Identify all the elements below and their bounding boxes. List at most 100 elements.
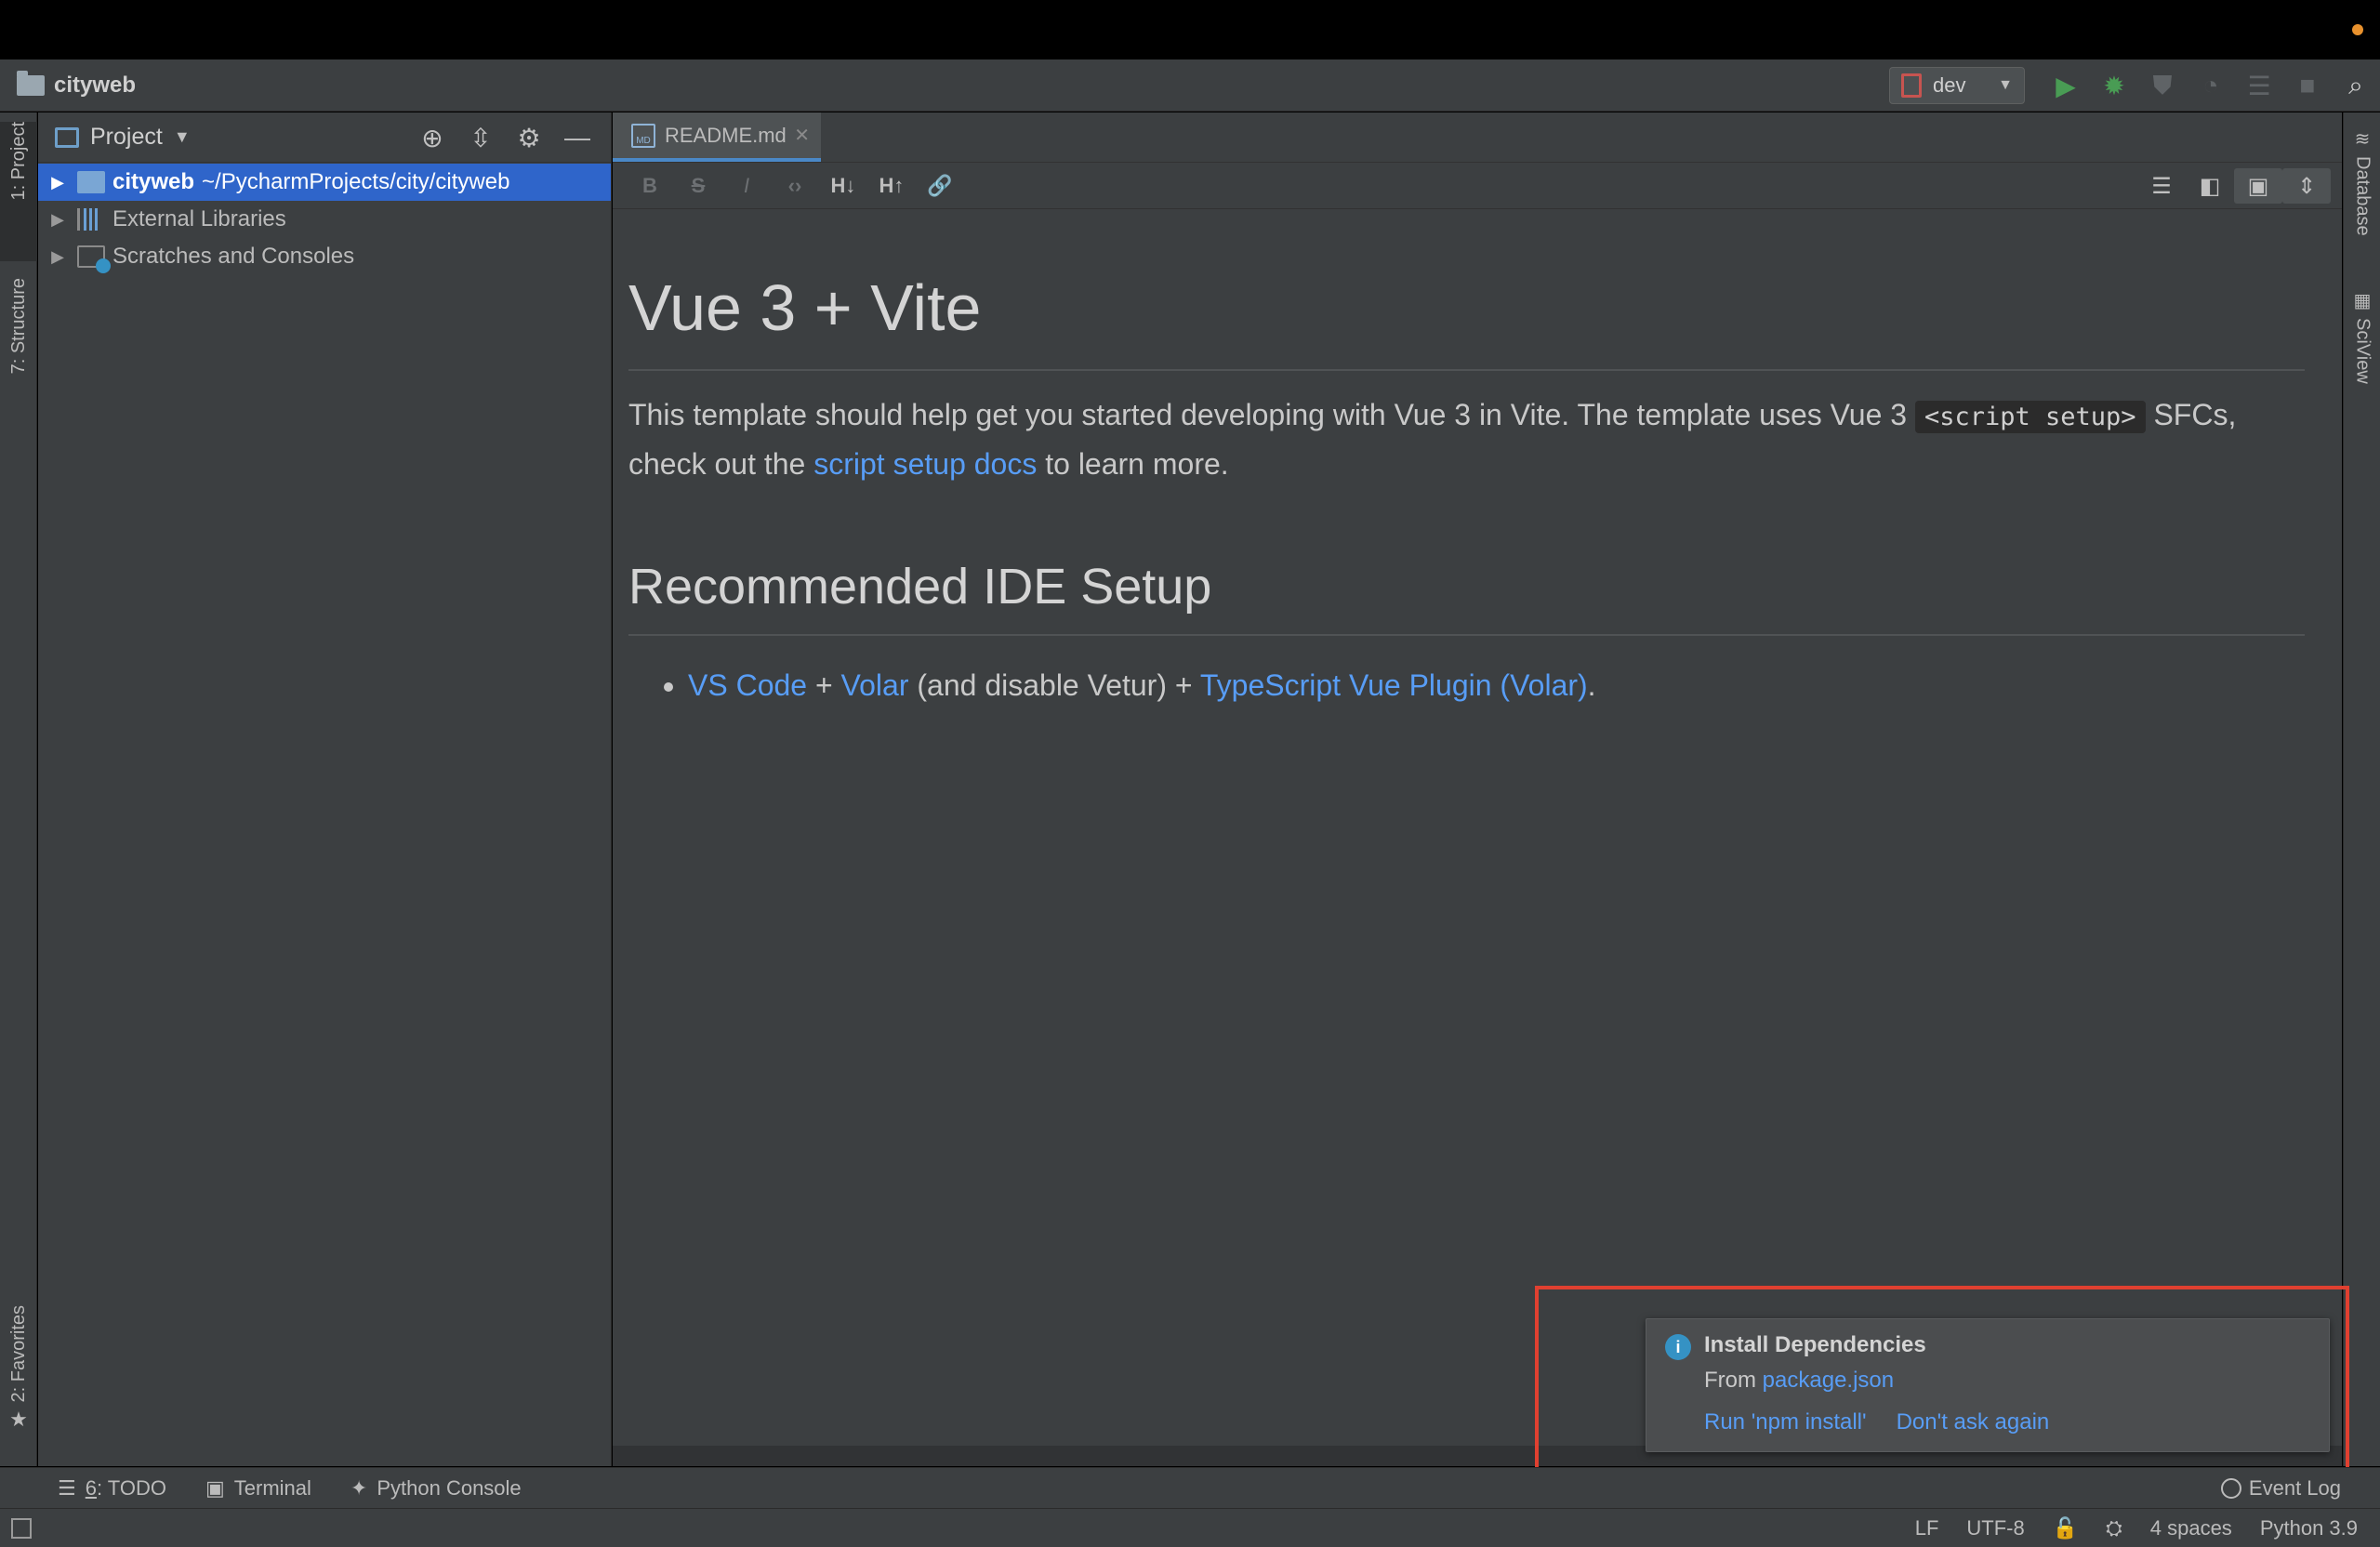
vscode-link[interactable]: VS Code bbox=[688, 668, 807, 702]
code-icon[interactable]: ‹› bbox=[771, 174, 819, 198]
preview-only-icon[interactable]: ▣ bbox=[2234, 168, 2282, 204]
tab-database-label: Database bbox=[2352, 156, 2373, 236]
project-panel-tools: ⊕ ⇳ ⚙ — bbox=[408, 112, 602, 163]
bold-icon[interactable]: B bbox=[626, 174, 674, 198]
folder-icon bbox=[17, 70, 45, 96]
list-text: + bbox=[807, 668, 841, 702]
list-text: . bbox=[1587, 668, 1596, 702]
tab-project-label: 1: Project bbox=[7, 122, 29, 201]
inline-code: <script setup> bbox=[1914, 401, 2146, 433]
tab-favorites[interactable]: 2: Favorites ★ bbox=[0, 1305, 37, 1454]
chevron-down-icon: ▼ bbox=[1998, 77, 2013, 93]
project-view-icon bbox=[55, 126, 79, 148]
collapse-all-icon[interactable]: ⇳ bbox=[456, 123, 505, 153]
expand-arrow-icon[interactable]: ▶ bbox=[44, 173, 72, 192]
python-console-label: Python Console bbox=[377, 1475, 522, 1500]
list-text: (and disable Vetur) + bbox=[908, 668, 1200, 702]
toggle-tool-windows-icon[interactable] bbox=[11, 1518, 32, 1539]
terminal-icon: ▣ bbox=[205, 1475, 225, 1500]
header-decrease-icon[interactable]: H↓ bbox=[819, 174, 867, 198]
notification-dot bbox=[2352, 24, 2363, 35]
interpreter-widget[interactable]: Python 3.9 bbox=[2260, 1516, 2358, 1540]
run-icon[interactable]: ▶ bbox=[2042, 60, 2090, 112]
markdown-toolbar: B S I ‹› H↓ H↑ 🔗 ☰ ◧ ▣ ⇕ bbox=[613, 163, 2342, 209]
typescript-vue-plugin-link[interactable]: TypeScript Vue Plugin (Volar) bbox=[1200, 668, 1588, 702]
event-log-button[interactable]: Event Log bbox=[2220, 1468, 2341, 1509]
event-log-label: Event Log bbox=[2248, 1476, 2341, 1500]
indent-widget[interactable]: 4 spaces bbox=[2150, 1516, 2232, 1540]
paragraph-text: This template should help get you starte… bbox=[628, 398, 1915, 431]
title-bar bbox=[0, 0, 2380, 60]
run-config-dropdown[interactable]: dev ▼ bbox=[1889, 67, 2025, 104]
script-setup-docs-link[interactable]: script setup docs bbox=[813, 447, 1037, 481]
markdown-file-icon: MD bbox=[631, 123, 655, 148]
tab-sciview[interactable]: ▦ SciView bbox=[2344, 289, 2380, 419]
search-icon[interactable]: ⌕ bbox=[2332, 60, 2380, 112]
tab-structure[interactable]: 7: Structure bbox=[0, 278, 37, 427]
python-console-tool-button[interactable]: ✦ Python Console bbox=[350, 1476, 522, 1501]
markdown-preview: Vue 3 + Vite This template should help g… bbox=[613, 209, 2342, 1446]
tab-favorites-label: 2: Favorites bbox=[7, 1305, 29, 1403]
tab-database[interactable]: ≋ Database bbox=[2344, 127, 2380, 276]
view-mode-buttons: ☰ ◧ ▣ ⇕ bbox=[2137, 168, 2331, 204]
expand-arrow-icon[interactable]: ▶ bbox=[44, 247, 72, 267]
encoding-widget[interactable]: UTF-8 bbox=[1966, 1516, 2024, 1540]
project-view-selector[interactable]: Project bbox=[90, 124, 163, 151]
debug-icon[interactable]: ✹ bbox=[2090, 60, 2138, 112]
preview-paragraph: This template should help get you starte… bbox=[628, 391, 2305, 487]
folder-icon bbox=[77, 171, 105, 193]
minimize-icon[interactable]: — bbox=[553, 123, 602, 152]
tab-sciview-label: SciView bbox=[2352, 318, 2373, 384]
coverage-icon[interactable]: ⛊ bbox=[2138, 60, 2187, 112]
paragraph-text: to learn more. bbox=[1037, 447, 1229, 481]
preview-list: VS Code + Volar (and disable Vetur) + Ty… bbox=[688, 662, 2305, 708]
italic-icon[interactable]: I bbox=[722, 174, 771, 198]
breadcrumb[interactable]: cityweb bbox=[17, 70, 136, 99]
inspector-icon[interactable]: ⛭ bbox=[2106, 1516, 2122, 1540]
tree-item-name: External Libraries bbox=[112, 206, 286, 231]
editor-area: MD README.md ✕ B S I ‹› H↓ H↑ 🔗 ☰ ◧ ▣ ⇕ … bbox=[613, 112, 2342, 1466]
preview-heading-2: Recommended IDE Setup bbox=[628, 558, 2305, 636]
close-icon[interactable]: ✕ bbox=[794, 124, 810, 147]
volar-link[interactable]: Volar bbox=[841, 668, 909, 702]
todo-tool-button[interactable]: ☰ 6: TODO bbox=[58, 1476, 166, 1501]
project-panel: Project ▼ ⊕ ⇳ ⚙ — ▶ cityweb ~/PycharmPro… bbox=[38, 112, 612, 1466]
tool-window-bar: ☰ 6: TODO ▣ Terminal ✦ Python Console Ev… bbox=[0, 1467, 2380, 1508]
lock-icon[interactable]: 🔓 bbox=[2053, 1516, 2078, 1540]
strikethrough-icon[interactable]: S bbox=[674, 174, 722, 198]
right-tool-strip: ≋ Database ▦ SciView bbox=[2343, 112, 2380, 1466]
sciview-icon: ▦ bbox=[2353, 291, 2372, 311]
stop-icon[interactable]: ■ bbox=[2283, 60, 2332, 112]
run-config-label: dev bbox=[1933, 73, 1966, 97]
profile-icon[interactable]: ◔ bbox=[2187, 60, 2235, 112]
python-icon: ✦ bbox=[350, 1475, 368, 1500]
gear-icon[interactable]: ⚙ bbox=[505, 123, 553, 153]
scratches-icon bbox=[77, 245, 111, 273]
expand-arrow-icon[interactable]: ▶ bbox=[44, 210, 72, 230]
locate-icon[interactable]: ⊕ bbox=[408, 123, 456, 153]
terminal-tool-button[interactable]: ▣ Terminal bbox=[205, 1476, 311, 1501]
tree-item-cityweb[interactable]: ▶ cityweb ~/PycharmProjects/city/cityweb bbox=[38, 164, 611, 201]
left-tool-strip: 1: Project 7: Structure 2: Favorites ★ bbox=[0, 112, 37, 1466]
tab-structure-label: 7: Structure bbox=[7, 278, 29, 375]
terminal-label: Terminal bbox=[233, 1475, 311, 1500]
tree-item-scratches[interactable]: ▶ Scratches and Consoles bbox=[38, 238, 611, 275]
sync-scroll-icon[interactable]: ⇕ bbox=[2282, 168, 2331, 204]
chevron-down-icon[interactable]: ▼ bbox=[174, 127, 191, 147]
build-icon[interactable]: ☰ bbox=[2235, 60, 2283, 112]
navigation-bar: cityweb dev ▼ ▶ ✹ ⛊ ◔ ☰ ■ ⌕ bbox=[0, 60, 2380, 112]
editor-only-icon[interactable]: ☰ bbox=[2137, 168, 2186, 204]
link-icon[interactable]: 🔗 bbox=[916, 174, 964, 198]
line-separator-widget[interactable]: LF bbox=[1915, 1516, 1939, 1540]
tree-item-name: Scratches and Consoles bbox=[112, 244, 355, 269]
status-widgets: LF UTF-8 🔓 ⛭ 4 spaces Python 3.9 bbox=[1915, 1509, 2358, 1547]
split-view-icon[interactable]: ◧ bbox=[2186, 168, 2234, 204]
event-log-icon bbox=[2220, 1478, 2241, 1499]
header-increase-icon[interactable]: H↑ bbox=[867, 174, 916, 198]
tab-project[interactable]: 1: Project bbox=[0, 122, 37, 261]
preview-heading-1: Vue 3 + Vite bbox=[628, 271, 2305, 371]
tree-item-external-libraries[interactable]: ▶ External Libraries bbox=[38, 201, 611, 238]
tab-label: README.md bbox=[665, 123, 787, 147]
list-item: VS Code + Volar (and disable Vetur) + Ty… bbox=[688, 662, 2305, 708]
tab-readme[interactable]: MD README.md ✕ bbox=[613, 112, 821, 162]
